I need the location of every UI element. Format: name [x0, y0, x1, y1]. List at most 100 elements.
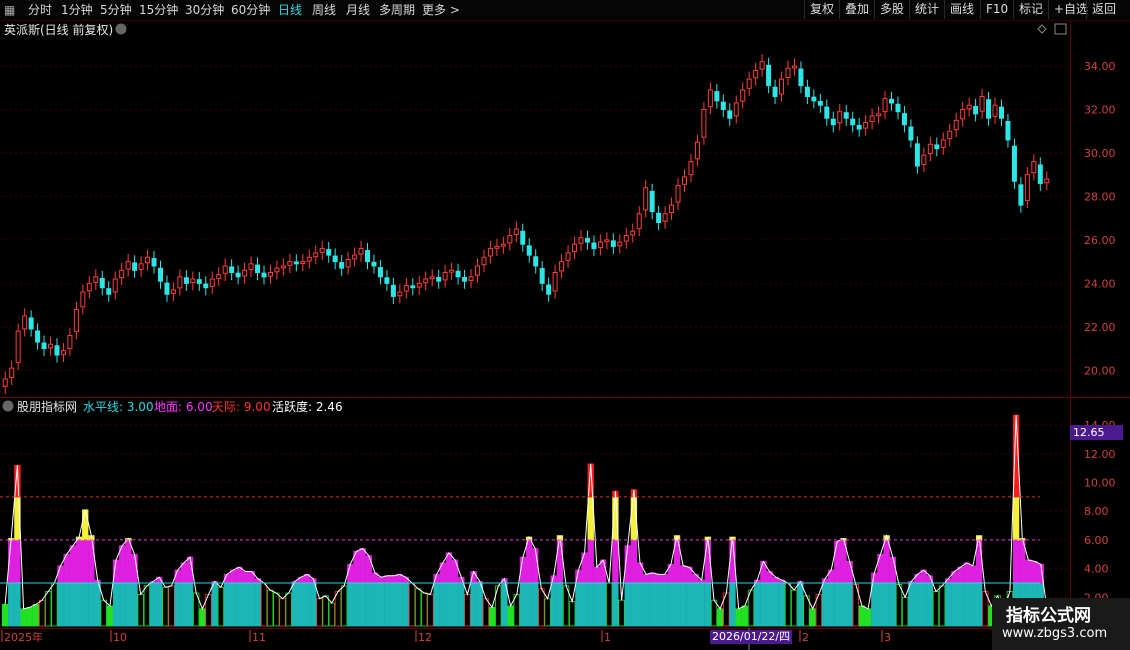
grid-icon[interactable]: ▦ — [4, 2, 15, 18]
period-tab-fenshi[interactable]: 分时 — [28, 2, 52, 18]
candle-body — [345, 258, 351, 268]
indicator-bar — [593, 582, 601, 627]
period-tab-monthly[interactable]: 月线 — [346, 2, 370, 18]
period-tab-15min[interactable]: 15分钟 — [139, 2, 178, 18]
indicator-bar — [834, 540, 841, 584]
period-tab-5min[interactable]: 5分钟 — [100, 2, 132, 18]
x-axis-label: 11 — [252, 631, 266, 644]
candle-body — [138, 263, 144, 270]
candle-body — [209, 278, 215, 287]
candle-body — [520, 230, 526, 245]
indicator-bar — [1012, 496, 1020, 541]
candle-body — [300, 261, 306, 264]
candle-body — [384, 277, 390, 284]
indicator-value-4: 活跃度: 2.46 — [272, 399, 343, 414]
indicator-bar — [242, 571, 249, 584]
candle-body — [804, 86, 810, 97]
candle-body — [54, 345, 60, 356]
candle-body — [533, 256, 539, 267]
indicator-bar — [365, 582, 372, 627]
indicator-bar — [975, 582, 983, 627]
candle-body — [429, 276, 435, 280]
candle-body — [255, 264, 261, 273]
indicator-bar — [593, 566, 601, 584]
period-tab-60min[interactable]: 60分钟 — [231, 2, 270, 18]
candle-body — [901, 113, 907, 126]
indicator-bar — [476, 582, 483, 627]
indicator-bar — [858, 605, 866, 627]
indicator-bar — [384, 582, 391, 627]
candle-body — [119, 269, 125, 279]
candle-body — [93, 276, 99, 283]
indicator-bar — [1031, 561, 1038, 584]
candle-body — [578, 237, 584, 244]
indicator-bar — [297, 582, 305, 627]
watermark-title: 指标公式网 — [1006, 606, 1091, 626]
draw-line-button[interactable]: 画线 — [944, 0, 979, 19]
indicator-bar — [809, 608, 816, 627]
indicator-bar — [735, 608, 742, 627]
indicator-bar — [470, 582, 477, 627]
period-tab-multi[interactable]: 多周期 — [379, 2, 415, 18]
candle-body — [992, 104, 998, 117]
indicator-bar — [451, 559, 459, 584]
indicator-bar — [45, 591, 52, 627]
back-button[interactable]: 返回 — [1086, 0, 1121, 19]
candle-body — [500, 243, 506, 247]
indicator-bar — [951, 582, 958, 627]
candle-body — [998, 106, 1004, 119]
period-tab-30min[interactable]: 30分钟 — [185, 2, 224, 18]
indicator-bar — [230, 582, 237, 627]
overlay-button[interactable]: 叠加 — [839, 0, 874, 19]
more-periods-button[interactable]: 更多 > — [422, 2, 460, 18]
indicator-bar — [754, 582, 761, 627]
candle-body — [914, 143, 920, 167]
indicator-bar — [556, 582, 564, 627]
candle-body — [513, 228, 519, 236]
candle-body — [817, 100, 823, 106]
indicator-bar — [963, 582, 970, 627]
candle-body — [183, 277, 189, 284]
indicator-bar — [513, 594, 520, 627]
chart-canvas[interactable]: 34.0032.0030.0028.0026.0024.0022.0020.00… — [0, 0, 1130, 650]
indicator-bar — [458, 582, 465, 627]
candle-body — [9, 367, 15, 378]
indicator-bar — [482, 598, 490, 627]
indicator-tick-label: 6.00 — [1084, 534, 1109, 547]
indicator-bar — [20, 608, 27, 627]
candle-body — [222, 265, 228, 274]
period-tab-daily[interactable]: 日线 — [278, 2, 302, 18]
indicator-bar — [75, 539, 83, 584]
candle-body — [280, 265, 286, 269]
candle-body — [377, 267, 383, 278]
indicator-bar — [673, 582, 681, 627]
candle-body — [565, 252, 571, 261]
period-tab-weekly[interactable]: 周线 — [312, 2, 336, 18]
candle-body — [106, 288, 112, 295]
indicator-bar — [704, 582, 712, 627]
statistics-button[interactable]: 统计 — [909, 0, 944, 19]
f10-button[interactable]: F10 — [980, 0, 1013, 19]
candle-body — [157, 267, 163, 282]
price-tick-label: 22.00 — [1084, 321, 1116, 334]
indicator-bar — [821, 582, 829, 627]
candle-body — [947, 130, 953, 140]
candle-body — [869, 115, 875, 123]
x-axis-label: 2 — [802, 631, 809, 644]
indicator-bar — [914, 582, 921, 627]
adjust-button[interactable]: 复权 — [804, 0, 839, 19]
indicator-bar — [137, 594, 144, 627]
indicator-bar — [908, 582, 915, 627]
x-axis-label: 12 — [418, 631, 432, 644]
indicator-bar — [279, 598, 286, 627]
mark-button[interactable]: 标记 — [1013, 0, 1048, 19]
multi-stock-button[interactable]: 多股 — [874, 0, 909, 19]
period-tab-1min[interactable]: 1分钟 — [61, 2, 93, 18]
candle-body — [28, 317, 34, 330]
layout-icon — [1054, 23, 1067, 35]
indicator-bar — [168, 585, 175, 627]
candle-body — [326, 249, 332, 256]
candle-body — [772, 86, 778, 97]
candle-body — [455, 270, 461, 278]
indicator-bar — [760, 582, 767, 627]
